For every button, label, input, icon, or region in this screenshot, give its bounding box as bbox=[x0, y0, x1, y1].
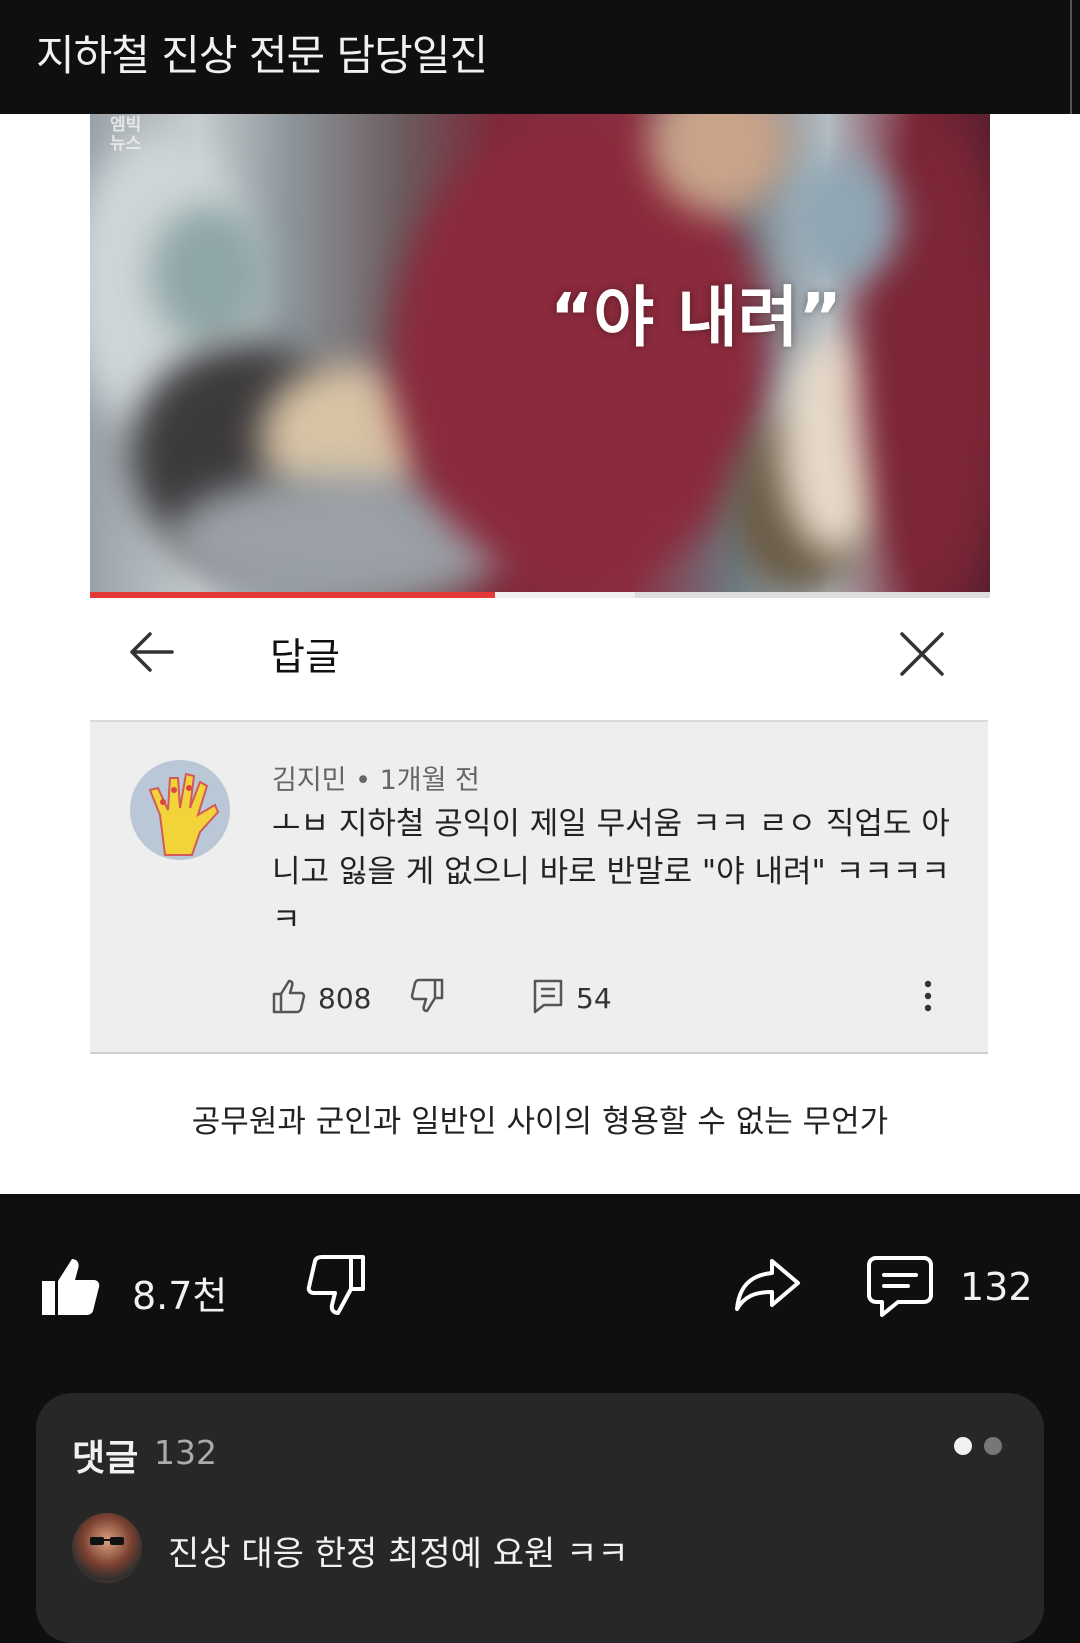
comment-text: ㅗㅂ 지하철 공익이 제일 무서움 ㅋㅋ ㄹㅇ 직업도 아니고 잃을 게 없으니… bbox=[272, 806, 950, 938]
comment-like-count: 808 bbox=[318, 982, 372, 1015]
reply-comment-card: 김지민 • 1개월 전 ㅗㅂ 지하철 공익이 제일 무서움 ㅋㅋ ㄹㅇ 직업도 … bbox=[90, 720, 988, 1054]
image-caption: 공무원과 군인과 일반인 사이의 형용할 수 없는 무언가 bbox=[191, 1104, 889, 1140]
comment-author-meta: 김지민 • 1개월 전 bbox=[272, 765, 480, 796]
comment-actions: 808 54 bbox=[272, 978, 962, 1022]
comments-button[interactable] bbox=[866, 1255, 934, 1323]
like-count: 8.7천 bbox=[132, 1274, 228, 1318]
reply-header-title: 답글 bbox=[270, 635, 340, 679]
comments-heading: 댓글 bbox=[72, 1438, 139, 1479]
video-frame: 엠빅 뉴스 “야 내려” bbox=[90, 114, 990, 594]
avatar[interactable] bbox=[130, 760, 230, 860]
more-vertical-icon[interactable] bbox=[922, 978, 934, 1018]
comment-reply-count: 54 bbox=[576, 982, 612, 1015]
back-arrow-icon[interactable] bbox=[126, 630, 176, 678]
comments-panel[interactable]: 댓글 132 진상 대응 한정 최정예 요원 ㅋㅋ bbox=[36, 1393, 1044, 1643]
post-action-bar: 8.7천 132 bbox=[0, 1195, 1080, 1325]
reply-header: 답글 bbox=[90, 604, 990, 704]
thumbs-down-icon[interactable] bbox=[410, 978, 444, 1018]
post-title: 지하철 진상 전문 담당일진 bbox=[36, 31, 488, 80]
post-image: 엠빅 뉴스 “야 내려” 답글 김지민 • 1개월 전 ㅗㅂ 지하철 공익이 제일… bbox=[0, 114, 1080, 1194]
comment-count: 132 bbox=[960, 1265, 1033, 1309]
scrollbar[interactable] bbox=[1070, 0, 1080, 122]
page-indicator-active bbox=[954, 1437, 972, 1455]
comments-count: 132 bbox=[154, 1433, 217, 1472]
progress-fill bbox=[90, 592, 495, 598]
avatar[interactable] bbox=[72, 1513, 142, 1583]
thumbs-up-icon[interactable] bbox=[272, 978, 306, 1018]
channel-watermark: 엠빅 뉴스 bbox=[110, 115, 142, 154]
video-caption: “야 내려” bbox=[550, 279, 842, 356]
top-comment-text: 진상 대응 한정 최정예 요원 ㅋㅋ bbox=[168, 1534, 629, 1574]
top-bar: 지하철 진상 전문 담당일진 bbox=[0, 0, 1080, 122]
share-button[interactable] bbox=[734, 1257, 802, 1317]
reply-icon[interactable] bbox=[532, 978, 564, 1018]
close-icon[interactable] bbox=[898, 630, 946, 682]
page-indicator bbox=[984, 1437, 1002, 1455]
like-button[interactable] bbox=[40, 1255, 100, 1321]
dislike-button[interactable] bbox=[305, 1253, 367, 1321]
